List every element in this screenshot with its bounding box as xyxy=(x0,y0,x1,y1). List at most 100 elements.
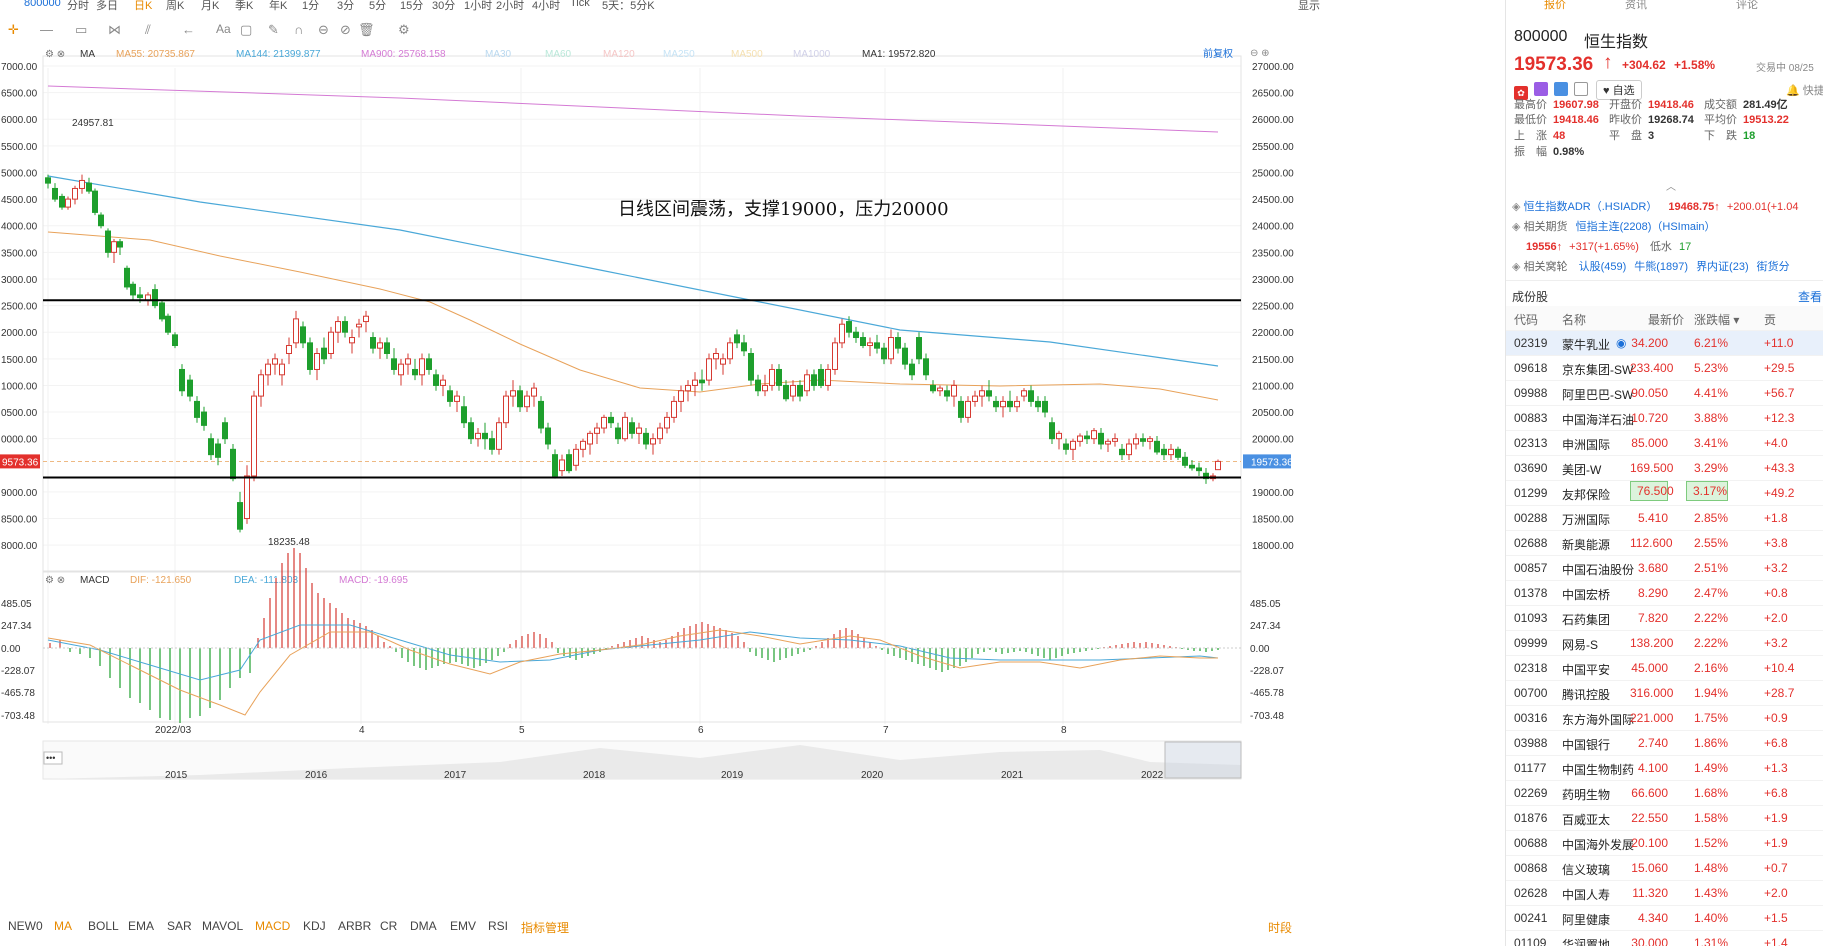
warrant-link[interactable]: 认股(459) xyxy=(1579,261,1627,273)
candle-body xyxy=(159,302,165,320)
constituent-row[interactable]: 02269 药明生物 66.600 1.68% +6.8 xyxy=(1506,781,1823,806)
crosshair-icon[interactable]: ✛ xyxy=(8,22,19,38)
eye-icon[interactable]: ⊘ xyxy=(340,22,351,38)
period-tab-10[interactable]: 15分 xyxy=(400,0,423,13)
collapse-chevron-icon[interactable]: ︿ xyxy=(1666,178,1676,193)
constituent-row[interactable]: 00868 信义玻璃 15.060 1.48% +0.7 xyxy=(1506,856,1823,881)
watch-eye-icon[interactable]: ◉ xyxy=(1616,336,1626,350)
quote-tab-1[interactable]: 资讯 xyxy=(1625,0,1647,12)
constituent-row[interactable]: 00316 东方海外国际 221.000 1.75% +0.9 xyxy=(1506,706,1823,731)
quick-trade-button[interactable]: 🔔 快捷交 xyxy=(1786,82,1823,98)
text-tool[interactable]: Aa xyxy=(216,22,231,36)
indicator-tab-macd[interactable]: MACD xyxy=(255,919,290,933)
lock-icon[interactable]: ⊖ xyxy=(318,22,329,38)
settings-icon[interactable]: ⚙ xyxy=(398,22,410,38)
constituent-row[interactable]: 00857 中国石油股份 3.680 2.51% +3.2 xyxy=(1506,556,1823,581)
cell: 2.55% xyxy=(1693,536,1728,550)
constituent-row[interactable]: 01876 百威亚太 22.550 1.58% +1.9 xyxy=(1506,806,1823,831)
indicator-tab-kdj[interactable]: KDJ xyxy=(303,919,326,933)
constituent-row[interactable]: 02318 中国平安 45.000 2.16% +10.4 xyxy=(1506,656,1823,681)
quote-tab-2[interactable]: 评论 xyxy=(1736,0,1758,12)
constituent-row[interactable]: 00688 中国海外发展 20.100 1.52% +1.9 xyxy=(1506,831,1823,856)
period-tab-1[interactable]: 多日 xyxy=(96,0,118,13)
constituent-row[interactable]: 02319 蒙牛乳业 34.200 6.21% +11.0 ◉ xyxy=(1506,331,1823,356)
period-tab-7[interactable]: 1分 xyxy=(302,0,319,13)
constituent-row[interactable]: 01177 中国生物制药 4.100 1.49% +1.3 xyxy=(1506,756,1823,781)
adr-row[interactable]: ◈ 恒生指数ADR（.HSIADR） 19468.75↑ +200.01(+1.… xyxy=(1512,198,1798,214)
arrow-icon[interactable]: ← xyxy=(182,22,195,37)
note-icon[interactable]: ▢ xyxy=(240,22,252,38)
constituent-row[interactable]: 01378 中国宏桥 8.290 2.47% +0.8 xyxy=(1506,581,1823,606)
constituent-row[interactable]: 02688 新奥能源 112.600 2.55% +3.8 xyxy=(1506,531,1823,556)
kline-chart[interactable]: 7000.00 27000.00 6500.00 26500.00 6000.00 260… xyxy=(0,44,1298,916)
up-arrow-icon: ↑ xyxy=(1603,52,1613,73)
period-tab-8[interactable]: 3分 xyxy=(337,0,354,13)
constituent-row[interactable]: 00700 腾讯控股 316.000 1.94% +28.7 xyxy=(1506,681,1823,706)
period-tab-6[interactable]: 年K xyxy=(269,0,287,13)
period-tab-5[interactable]: 季K xyxy=(235,0,253,13)
period-tab-4[interactable]: 月K xyxy=(201,0,219,13)
candle-body xyxy=(447,390,453,402)
indicator-tab-new0[interactable]: NEW0 xyxy=(8,919,43,933)
indicator-tab-ema[interactable]: EMA xyxy=(128,919,154,933)
trash-icon[interactable]: 🗑 xyxy=(358,22,375,38)
view-more-link[interactable]: 查看 xyxy=(1798,288,1822,305)
constituent-row[interactable]: 03690 美团-W 169.500 3.29% +43.3 xyxy=(1506,456,1823,481)
period-tab-3[interactable]: 周K xyxy=(166,0,184,13)
period-tab-16[interactable]: 5天：5分K xyxy=(602,0,655,13)
constituent-row[interactable]: 00241 阿里健康 4.340 1.40% +1.5 xyxy=(1506,906,1823,931)
futures-row[interactable]: ◈ 相关期货 恒指主连(2208)（HSImain） xyxy=(1512,218,1716,234)
fib-icon[interactable]: ⋈ xyxy=(108,22,121,38)
col-header[interactable]: 名称 xyxy=(1562,311,1586,328)
constituent-row[interactable]: 01109 华润置地 30.000 1.31% +1.4 xyxy=(1506,931,1823,946)
time-period-button[interactable]: 时段 xyxy=(1268,919,1292,936)
display-menu[interactable]: 显示 xyxy=(1298,0,1320,13)
constituent-row[interactable]: 09988 阿里巴巴-SW 90.050 4.41% +56.7 xyxy=(1506,381,1823,406)
indicator-tab-dma[interactable]: DMA xyxy=(410,919,437,933)
rect-icon[interactable]: ▭ xyxy=(75,22,87,38)
constituent-row[interactable]: 00883 中国海洋石油 10.720 3.88% +12.3 xyxy=(1506,406,1823,431)
indicator-tab-rsi[interactable]: RSI xyxy=(488,919,508,933)
warrant-link[interactable]: 街货分 xyxy=(1757,261,1790,273)
warrant-link[interactable]: 牛熊(1897) xyxy=(1634,261,1688,273)
candle-body xyxy=(92,190,98,213)
macd-dea: DEA: -111.803 xyxy=(234,575,299,586)
magnet-icon[interactable]: ∩ xyxy=(294,22,303,37)
indicator-tab-cr[interactable]: CR xyxy=(380,919,397,933)
indicator-tab-mavol[interactable]: MAVOL xyxy=(202,919,243,933)
cell: 85.000 xyxy=(1631,436,1668,450)
period-tab-9[interactable]: 5分 xyxy=(369,0,386,13)
indicator-tab-指标管理[interactable]: 指标管理 xyxy=(521,919,569,936)
candle-body xyxy=(1215,460,1221,471)
indicator-tab-boll[interactable]: BOLL xyxy=(88,919,119,933)
period-tab-13[interactable]: 2小时 xyxy=(496,0,524,13)
quote-tab-0[interactable]: 报价 xyxy=(1544,0,1566,12)
indicator-tab-sar[interactable]: SAR xyxy=(167,919,192,933)
constituent-row[interactable]: 01299 友邦保险 76.500 3.17% +49.2 xyxy=(1506,481,1823,506)
period-tab-0[interactable]: 分时 xyxy=(67,0,89,13)
constituent-row[interactable]: 03988 中国银行 2.740 1.86% +6.8 xyxy=(1506,731,1823,756)
navigator-window[interactable] xyxy=(1164,741,1242,779)
indicator-tab-emv[interactable]: EMV xyxy=(450,919,476,933)
channel-icon[interactable]: ⫽ xyxy=(145,22,151,38)
col-header[interactable]: 最新价 xyxy=(1648,311,1684,328)
constituent-row[interactable]: 02628 中国人寿 11.320 1.43% +2.0 xyxy=(1506,881,1823,906)
indicator-tab-ma[interactable]: MA xyxy=(54,919,72,933)
constituent-row[interactable]: 01093 石药集团 7.820 2.22% +2.0 xyxy=(1506,606,1823,631)
constituent-row[interactable]: 00288 万洲国际 5.410 2.85% +1.8 xyxy=(1506,506,1823,531)
line-icon[interactable]: — xyxy=(40,22,53,37)
indicator-tab-arbr[interactable]: ARBR xyxy=(338,919,371,933)
period-tab-15[interactable]: Tick xyxy=(570,0,590,9)
constituent-row[interactable]: 02313 申洲国际 85.000 3.41% +4.0 xyxy=(1506,431,1823,456)
period-tab-11[interactable]: 30分 xyxy=(432,0,455,13)
pen-icon[interactable]: ✎ xyxy=(268,22,279,38)
warrant-link[interactable]: 界内证(23) xyxy=(1696,261,1749,273)
constituent-row[interactable]: 09618 京东集团-SW 233.400 5.23% +29.5 xyxy=(1506,356,1823,381)
col-header[interactable]: 代码 xyxy=(1514,311,1538,328)
col-header[interactable]: 涨跌幅 ▾ xyxy=(1694,311,1739,328)
col-header[interactable]: 贡 xyxy=(1764,311,1776,328)
constituent-row[interactable]: 09999 网易-S 138.200 2.22% +3.2 xyxy=(1506,631,1823,656)
period-tab-12[interactable]: 1小时 xyxy=(464,0,492,13)
period-tab-2[interactable]: 日K xyxy=(134,0,152,13)
period-tab-14[interactable]: 4小时 xyxy=(532,0,560,13)
